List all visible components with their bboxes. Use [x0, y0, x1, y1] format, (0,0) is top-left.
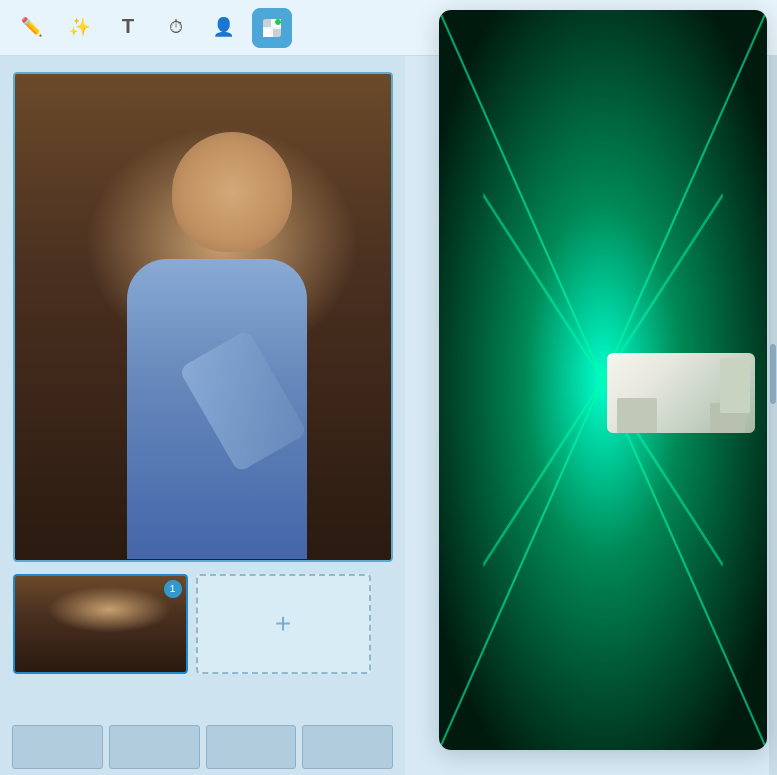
pen-tool-button[interactable]: ✏️ — [12, 8, 52, 48]
cyber-thumb — [607, 241, 755, 321]
canvas-area: 1 + — [0, 56, 405, 775]
avatar-tool-button[interactable]: 👤 — [204, 8, 244, 48]
canvas-background — [15, 74, 391, 560]
bottom-slide-placeholder-2 — [109, 725, 200, 769]
background-item-cyber[interactable]: Cyber — [607, 241, 755, 347]
background-tool-button[interactable] — [252, 8, 292, 48]
grid-row-2: City Skyline — [451, 241, 755, 347]
bottom-slide-placeholder-4 — [302, 725, 393, 769]
background-grid: Transparent Blur — [439, 117, 767, 750]
bottom-slide-placeholder-3 — [206, 725, 297, 769]
magic-tool-button[interactable]: ✨ — [60, 8, 100, 48]
timer-tool-button[interactable]: ⏱ — [156, 8, 196, 48]
person-face — [172, 132, 292, 252]
scroll-track — [769, 56, 777, 775]
slide-badge: 1 — [164, 580, 182, 598]
bottom-slide-placeholder-1 — [12, 725, 103, 769]
main-slide — [13, 72, 393, 562]
add-slide-button[interactable]: + — [196, 574, 371, 674]
slide-1-thumb[interactable]: 1 — [13, 574, 188, 674]
scroll-thumb[interactable] — [770, 344, 776, 404]
text-tool-button[interactable]: T — [108, 8, 148, 48]
background-panel: ← Background ✕ Image Video + Transparent — [439, 10, 767, 750]
office-thumb — [607, 353, 755, 433]
bottom-slides-strip — [0, 719, 405, 775]
thumbnail-strip: 1 + — [13, 574, 393, 674]
